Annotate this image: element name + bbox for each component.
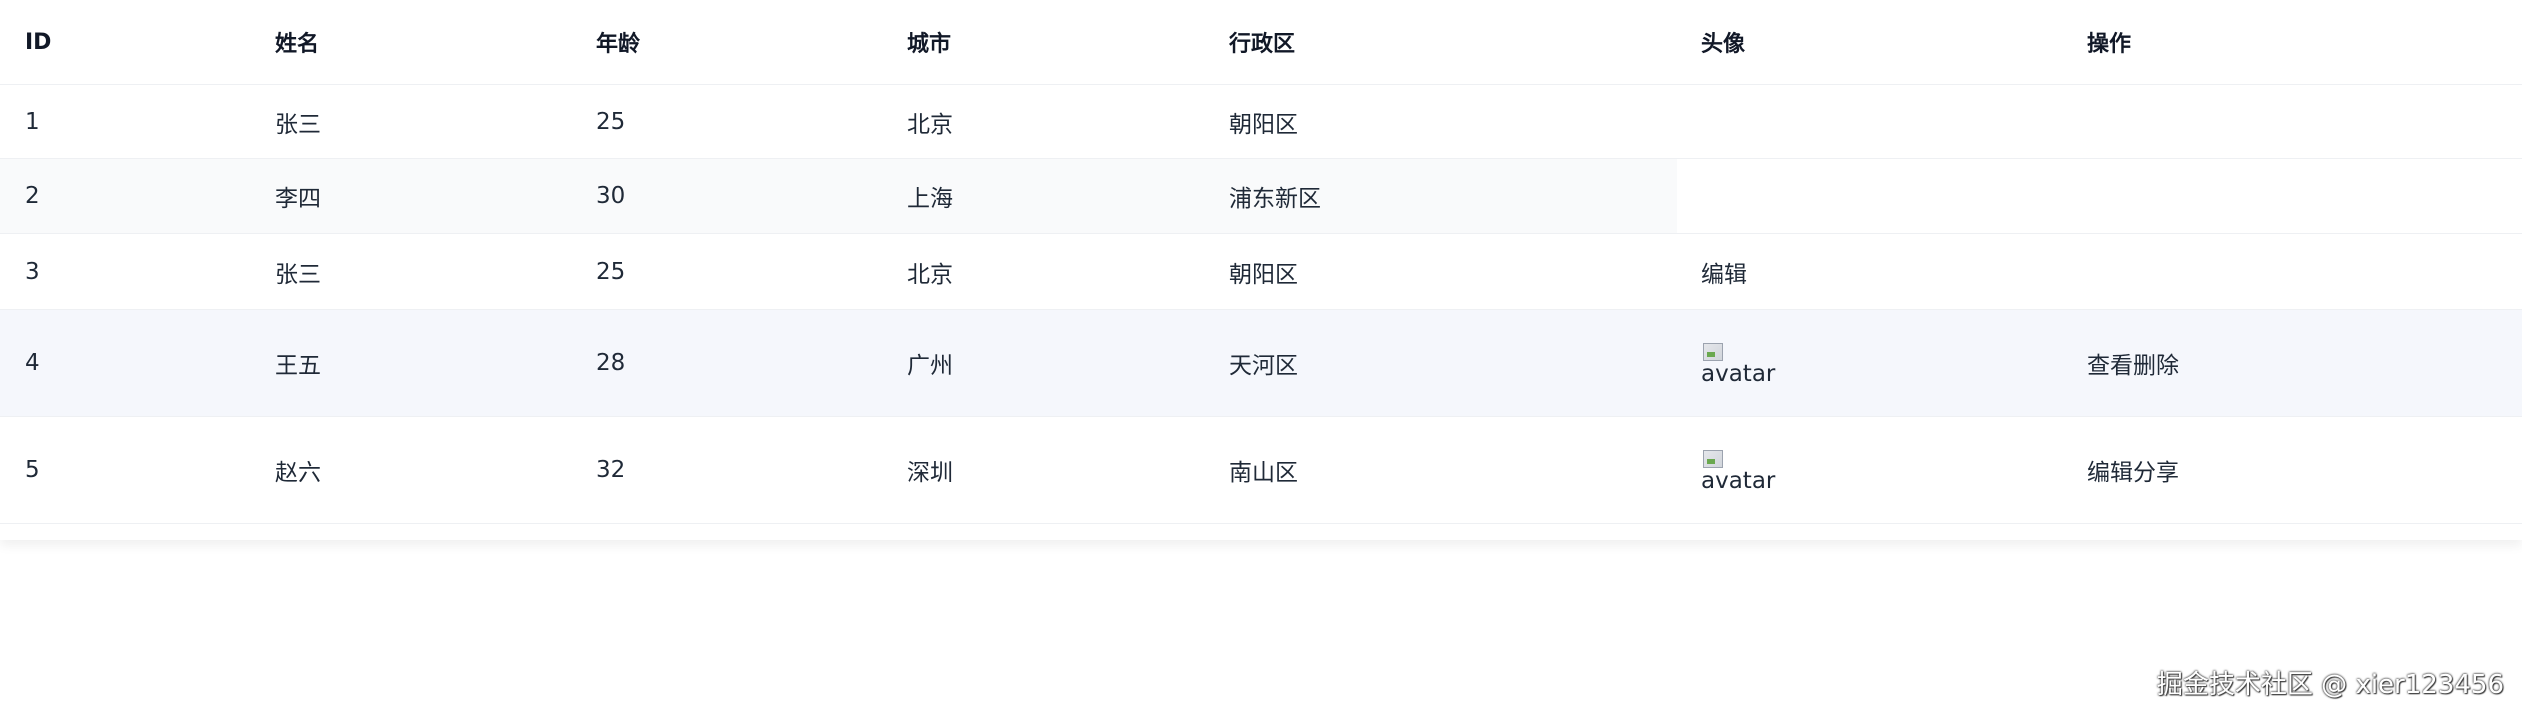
- cell-city: 深圳: [907, 460, 953, 486]
- row-stripe: [0, 159, 1677, 233]
- cell-district: 天河区: [1229, 353, 1298, 379]
- cell-name: 张三: [275, 111, 321, 138]
- cell-age: 25: [596, 108, 626, 135]
- cell-district: 朝阳区: [1229, 111, 1298, 138]
- header-district: 行政区: [1229, 32, 1296, 57]
- header-city: 城市: [907, 32, 952, 57]
- page: ID 姓名 年龄 城市 行政区 头像 操作 1 张三 25 北京 朝阳区 2 李…: [0, 0, 2522, 715]
- data-table: ID 姓名 年龄 城市 行政区 头像 操作 1 张三 25 北京 朝阳区 2 李…: [0, 0, 2522, 540]
- header-avatar: 头像: [1701, 32, 1746, 57]
- header-id: ID: [25, 29, 52, 55]
- actions-edit-share[interactable]: 编辑分享: [2087, 417, 2179, 523]
- header-name: 姓名: [275, 32, 320, 57]
- avatar-cell: avatar: [1701, 417, 1775, 523]
- cell-city: 北京: [907, 261, 953, 288]
- avatar: avatar: [1701, 341, 1776, 387]
- avatar: avatar: [1701, 448, 1776, 494]
- avatar-cell: avatar: [1701, 310, 1775, 416]
- cell-name: 张三: [275, 261, 321, 288]
- broken-image-icon: [1701, 448, 1727, 470]
- cell-district: 浦东新区: [1229, 186, 1321, 212]
- table-row: 5 赵六 32 深圳 南山区 avatar 编辑分享: [0, 417, 2522, 524]
- cell-id: 1: [25, 108, 40, 135]
- actions-view-delete[interactable]: 查看删除: [2087, 310, 2179, 416]
- avatar-alt-text: avatar: [1701, 361, 1776, 387]
- table-header: ID 姓名 年龄 城市 行政区 头像 操作: [0, 0, 2522, 85]
- cell-city: 上海: [907, 186, 953, 212]
- cell-city: 广州: [907, 353, 953, 379]
- table-row: 2 李四 30 上海 浦东新区: [0, 159, 2522, 234]
- cell-age: 32: [596, 457, 626, 483]
- cell-name: 赵六: [275, 460, 321, 486]
- table-row: 3 张三 25 北京 朝阳区 编辑: [0, 234, 2522, 310]
- watermark: 掘金技术社区 @ xier123456: [2156, 670, 2504, 700]
- cell-id: 5: [25, 457, 40, 483]
- header-age: 年龄: [596, 32, 641, 57]
- cell-age: 28: [596, 350, 626, 376]
- cell-age: 30: [596, 183, 626, 209]
- cell-id: 3: [25, 258, 40, 285]
- cell-age: 25: [596, 258, 626, 285]
- table-row: 4 王五 28 广州 天河区 avatar 查看删除: [0, 310, 2522, 417]
- cell-district: 南山区: [1229, 460, 1298, 486]
- cell-name: 李四: [275, 186, 321, 212]
- table-row: 1 张三 25 北京 朝阳区: [0, 85, 2522, 159]
- cell-name: 王五: [275, 353, 321, 379]
- header-actions: 操作: [2087, 32, 2132, 57]
- avatar-alt-text: avatar: [1701, 468, 1776, 494]
- cell-district: 朝阳区: [1229, 261, 1298, 288]
- cell-id: 4: [25, 350, 40, 376]
- cell-id: 2: [25, 183, 40, 209]
- edit-link[interactable]: 编辑: [1701, 234, 1747, 309]
- cell-city: 北京: [907, 111, 953, 138]
- broken-image-icon: [1701, 341, 1727, 363]
